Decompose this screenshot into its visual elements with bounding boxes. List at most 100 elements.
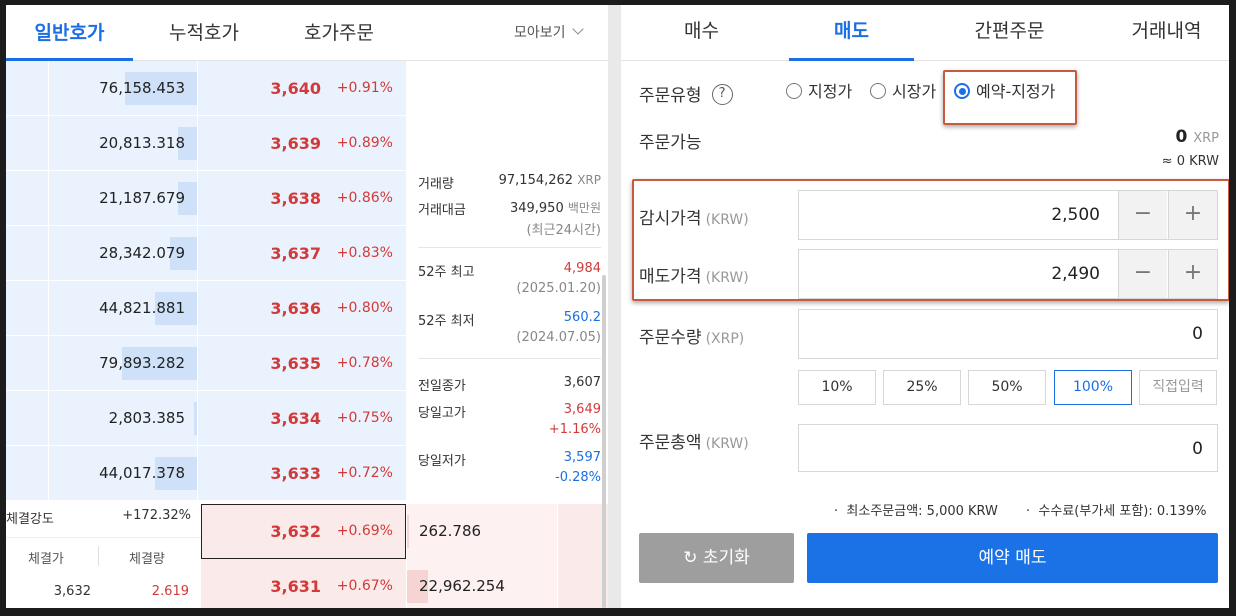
ask-pct: +0.89% (336, 135, 393, 151)
pct-50-button[interactable]: 50% (968, 370, 1046, 405)
high52-label: 52주 최고 (418, 265, 475, 280)
radio-market[interactable]: 시장가 (870, 81, 936, 103)
chevron-down-icon (571, 23, 584, 35)
ask-price-cell[interactable]: 3,640 +0.91% (199, 61, 406, 116)
available-krw: ≈ 0 KRW (1161, 154, 1219, 169)
ask-pct: +0.86% (336, 190, 393, 206)
ask-row[interactable]: 21,187.679 3,638 +0.86% (6, 171, 406, 226)
qty-input[interactable]: 0 (798, 309, 1218, 359)
day-high-value: 3,649 (563, 402, 601, 417)
ask-price-cell[interactable]: 3,633 +0.72% (199, 446, 406, 501)
volume-unit: XRP (577, 173, 601, 187)
low52-date: (2024.07.05) (516, 330, 601, 345)
ask-price: 3,633 (270, 464, 321, 483)
ask-qty-cell: 44,821.881 (48, 281, 198, 336)
ask-row[interactable]: 76,158.453 3,640 +0.91% (6, 61, 406, 116)
scrollbar[interactable] (602, 275, 606, 608)
available-value: 0 XRP (1175, 127, 1219, 147)
divider (6, 537, 201, 538)
trade-last-qty: 2.619 (151, 584, 189, 599)
qty-text: 주문수량 (639, 328, 702, 348)
ask-qty: 44,821.881 (99, 299, 185, 317)
trade-qty-header: 체결량 (129, 552, 165, 567)
reset-button[interactable]: ↻ 초기화 (639, 533, 794, 583)
min-order-note: · 최소주문금액: 5,000 KRW (834, 504, 998, 519)
tab-buy[interactable]: 매수 (639, 5, 764, 61)
ask-price: 3,640 (270, 79, 321, 98)
ask-row[interactable]: 28,342.079 3,637 +0.83% (6, 226, 406, 281)
ask-pct: +0.75% (336, 410, 393, 426)
available-label: 주문가능 (639, 133, 702, 153)
ask-pct: +0.91% (336, 80, 393, 96)
ask-qty-cell: 2,803.385 (48, 391, 198, 446)
orderbook-panel: 일반호가 누적호가 호가주문 모아보기 76,158.453 3,640 +0.91… (6, 5, 608, 608)
qty-value: 0 (1192, 324, 1203, 344)
market-stats: 거래량 97,154,262 XRP 거래대금 349,950 백만원 (최근2… (408, 117, 603, 557)
ask-row[interactable]: 79,893.282 3,635 +0.78% (6, 336, 406, 391)
tab-cumulative-orderbook[interactable]: 누적호가 (139, 5, 269, 61)
help-icon[interactable]: ? (711, 83, 733, 105)
current-price-marker (201, 504, 406, 559)
ask-row[interactable]: 44,821.881 3,636 +0.80% (6, 281, 406, 336)
ask-price-cell[interactable]: 3,634 +0.75% (199, 391, 406, 446)
bid-price-cell[interactable]: 3,632 +0.69% (201, 504, 406, 559)
ask-qty-cell: 21,187.679 (48, 171, 198, 226)
tab-quick-order[interactable]: 간편주문 (947, 5, 1072, 61)
bid-qty: 262.786 (419, 522, 482, 540)
tab-normal-orderbook[interactable]: 일반호가 (6, 5, 133, 61)
pct-10-button[interactable]: 10% (798, 370, 876, 405)
reserve-sell-button[interactable]: 예약 매도 (807, 533, 1218, 583)
ask-price-cell[interactable]: 3,639 +0.89% (199, 116, 406, 171)
radio-limit-label: 지정가 (808, 82, 853, 101)
available-number: 0 (1175, 127, 1188, 147)
ask-price-cell[interactable]: 3,636 +0.80% (199, 281, 406, 336)
ask-row[interactable]: 20,813.318 3,639 +0.89% (6, 116, 406, 171)
day-high-pct: +1.16% (548, 422, 601, 437)
total-unit: (KRW) (705, 436, 749, 452)
depth-bar (194, 402, 197, 435)
radio-limit[interactable]: 지정가 (786, 81, 852, 103)
ask-price-cell[interactable]: 3,635 +0.78% (199, 336, 406, 391)
volume-number: 97,154,262 (498, 173, 574, 188)
total-value: 0 (1192, 439, 1203, 459)
ask-price: 3,639 (270, 134, 321, 153)
ask-price-cell[interactable]: 3,638 +0.86% (199, 171, 406, 226)
ask-qty: 76,158.453 (99, 79, 185, 97)
pct-25-button[interactable]: 25% (883, 370, 961, 405)
ask-qty-cell: 20,813.318 (48, 116, 198, 171)
direct-input-button[interactable]: 직접입력 (1139, 370, 1217, 405)
tab-sell[interactable]: 매도 (789, 5, 914, 61)
divider (418, 247, 601, 248)
ask-qty-cell: 79,893.282 (48, 336, 198, 391)
ask-pct: +0.83% (336, 245, 393, 261)
total-input[interactable]: 0 (798, 424, 1218, 472)
trade-price-header: 체결가 (28, 552, 64, 567)
ask-price: 3,638 (270, 189, 321, 208)
pct-100-button[interactable]: 100% (1054, 370, 1132, 405)
qty-label: 주문수량 (XRP) (639, 323, 744, 348)
reset-label: 초기화 (702, 548, 750, 568)
fee-note: · 수수료(부가세 포함): 0.139% (1026, 504, 1207, 519)
tab-history[interactable]: 거래내역 (1104, 5, 1229, 61)
bid-price-cell[interactable]: 3,631 +0.67% (201, 559, 406, 608)
volume-label: 거래량 (418, 177, 454, 192)
view-toggle[interactable]: 모아보기 (514, 5, 584, 61)
radio-circle-icon (786, 82, 802, 99)
amount-value: 349,950 백만원 (510, 199, 601, 216)
day-low-label: 당일저가 (418, 454, 466, 469)
ask-row[interactable]: 44,017.378 3,633 +0.72% (6, 446, 406, 501)
low52-value: 560.2 (563, 310, 601, 325)
bid-qty: 22,962.254 (419, 577, 505, 595)
day-low-pct: -0.28% (555, 470, 601, 485)
bid-row[interactable]: 3,631 +0.67% 22,962.254 (201, 559, 608, 608)
ask-price-cell[interactable]: 3,637 +0.83% (199, 226, 406, 281)
ask-qty: 20,813.318 (99, 134, 185, 152)
highlight-box-prices (632, 179, 1229, 301)
tab-orderbook-order[interactable]: 호가주문 (274, 5, 404, 61)
bid-section: 체결강도 +172.32% 체결가 체결량 3,632 2.619 3,632 +… (6, 500, 608, 608)
ask-row[interactable]: 2,803.385 3,634 +0.75% (6, 391, 406, 446)
ask-price: 3,636 (270, 299, 321, 318)
bid-row[interactable]: 3,632 +0.69% 262.786 (201, 504, 608, 559)
order-panel: 매수 매도 간편주문 거래내역 주문유형? 지정가 시장가 예약-지정가 주문가… (621, 5, 1229, 608)
bid-price: 3,631 (270, 577, 321, 596)
